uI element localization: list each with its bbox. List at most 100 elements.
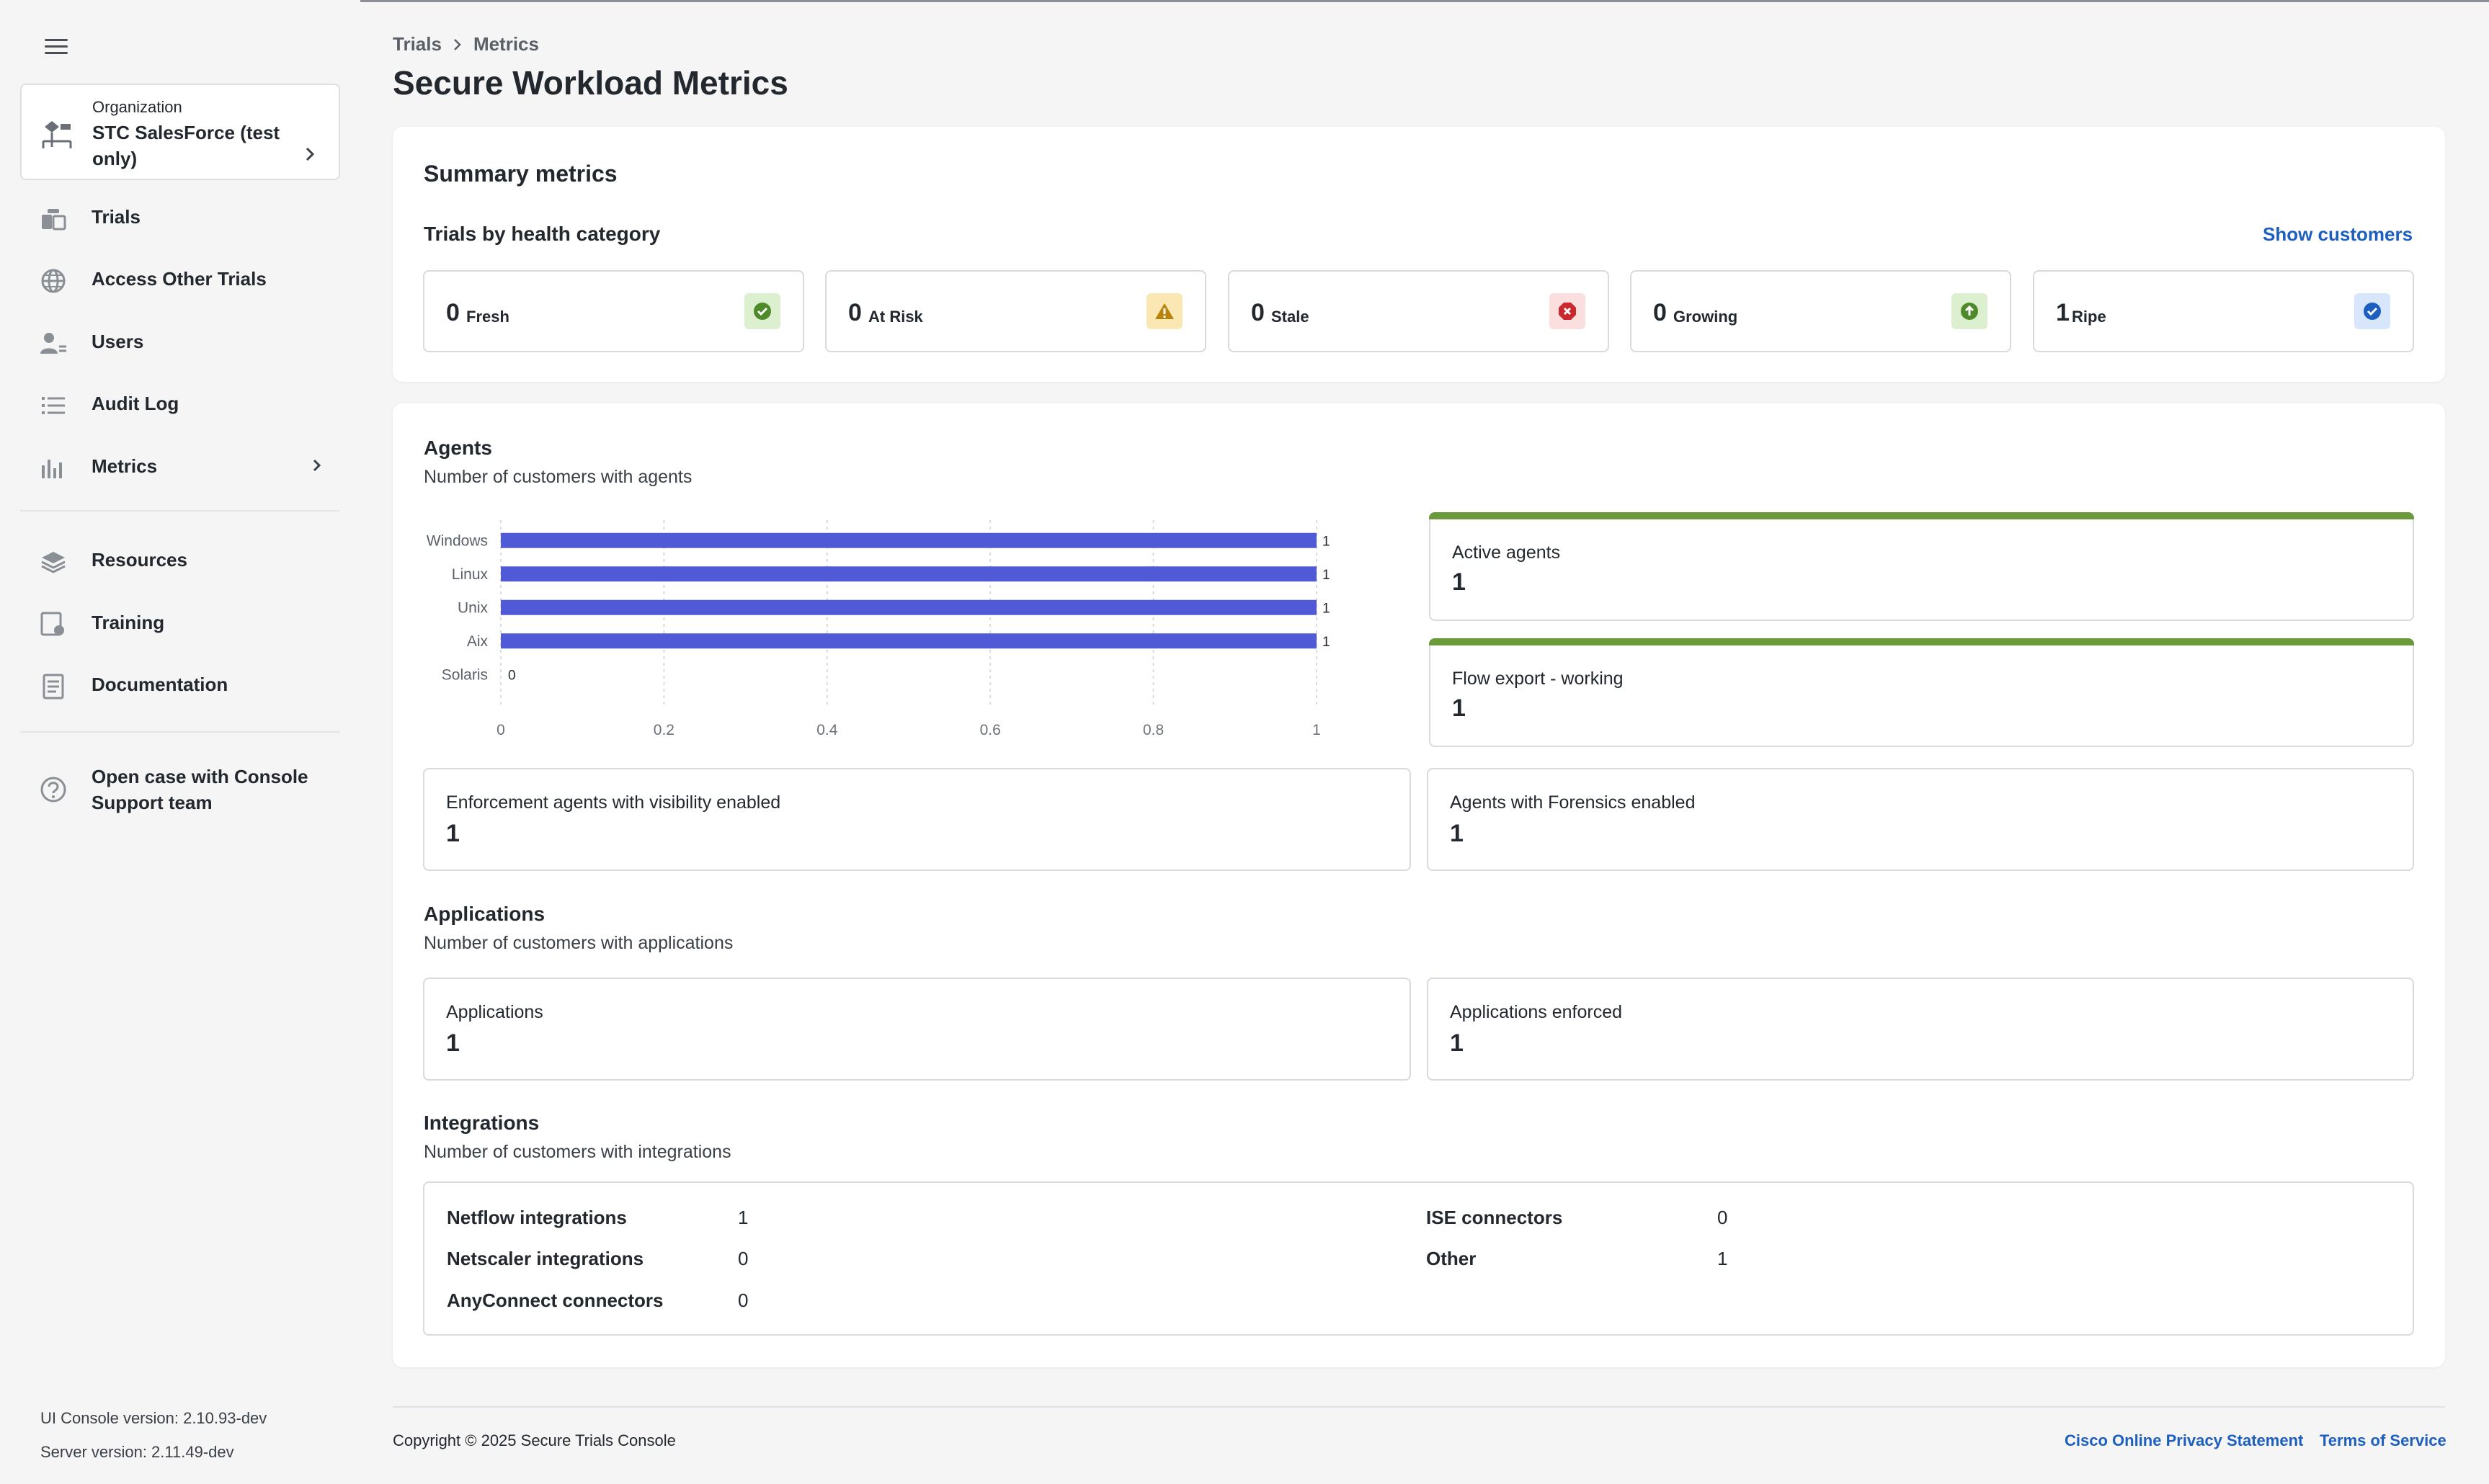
sidebar-item-label: Metrics xyxy=(92,455,158,477)
check-badge-icon xyxy=(2354,293,2390,329)
chevron-right-icon xyxy=(306,147,315,161)
page-title: Secure Workload Metrics xyxy=(393,64,788,102)
data-label: 0 xyxy=(508,668,516,683)
arrow-up-circle-icon xyxy=(1951,293,1987,329)
ise-value: 0 xyxy=(1717,1207,1728,1228)
breadcrumb-trials-link[interactable]: Trials xyxy=(393,33,442,55)
bar xyxy=(501,633,1317,649)
ui-version: UI Console version: 2.10.93-dev xyxy=(40,1409,267,1427)
stat-value: 1 xyxy=(1450,820,1464,847)
document-icon xyxy=(43,674,64,699)
organization-caption: Organization xyxy=(92,98,182,116)
help-icon xyxy=(40,777,66,803)
agents-title: Agents xyxy=(424,437,492,459)
netscaler-label: Netscaler integrations xyxy=(447,1248,644,1269)
health-tile-fresh[interactable]: 0 Fresh xyxy=(423,270,804,352)
x-tick-label: 1 xyxy=(1312,722,1321,738)
stat-value: 1 xyxy=(1452,568,1466,596)
breadcrumb: Trials Metrics xyxy=(393,33,539,55)
x-tick-label: 0.8 xyxy=(1143,722,1164,738)
forensics-agents-box: Agents with Forensics enabled 1 xyxy=(1427,768,2414,871)
training-icon xyxy=(40,612,64,636)
data-label: 1 xyxy=(1322,635,1330,650)
list-icon xyxy=(42,397,65,414)
organization-selector[interactable]: Organization STC SalesForce (test only) xyxy=(20,84,340,180)
bar xyxy=(501,599,1317,615)
category-label: Solaris xyxy=(442,666,488,683)
error-octagon-icon xyxy=(1549,293,1585,329)
health-tile-at-risk[interactable]: 0 At Risk xyxy=(825,270,1206,352)
privacy-statement-link[interactable]: Cisco Online Privacy Statement xyxy=(2065,1431,2303,1450)
active-agents-box: Active agents 1 xyxy=(1429,512,2414,621)
check-circle-icon xyxy=(744,293,780,329)
applications-subtitle: Number of customers with applications xyxy=(424,933,734,953)
stat-value: 1 xyxy=(1452,694,1466,722)
x-tick-label: 0 xyxy=(497,722,505,738)
chevron-right-icon xyxy=(313,459,321,472)
stat-label: Agents with Forensics enabled xyxy=(1450,792,1696,813)
bar xyxy=(501,532,1317,548)
health-count: 1 xyxy=(2056,299,2070,326)
health-count: 0 xyxy=(848,299,862,326)
bar xyxy=(501,566,1317,582)
x-tick-label: 0.4 xyxy=(816,722,838,738)
agents-bar-chart: 0 0.2 0.4 0.6 0.8 1 Windows 1 Linux 1 Unix 1 Aix 1 Sol… xyxy=(427,520,1330,738)
data-label: 1 xyxy=(1322,568,1330,583)
health-tile-stale[interactable]: 0 Stale xyxy=(1228,270,1609,352)
health-tile-growing[interactable]: 0 Growing xyxy=(1630,270,2011,352)
applications-enforced-box: Applications enforced 1 xyxy=(1427,978,2414,1081)
sidebar-item-resources[interactable]: Resources xyxy=(20,535,340,585)
applications-box: Applications 1 xyxy=(423,978,1411,1081)
status-bar xyxy=(1429,638,2414,645)
health-label: Growing xyxy=(1673,308,1738,326)
sidebar-item-trials[interactable]: Trials xyxy=(20,192,340,242)
stat-label: Active agents xyxy=(1452,542,1561,563)
sidebar-item-users[interactable]: Users xyxy=(20,316,340,367)
health-label: At Risk xyxy=(868,308,923,326)
organization-icon xyxy=(42,121,72,148)
sidebar-item-metrics[interactable]: Metrics xyxy=(20,441,340,491)
other-label: Other xyxy=(1426,1248,1477,1269)
anyconnect-value: 0 xyxy=(738,1289,749,1311)
sidebar-item-label: Documentation xyxy=(92,674,228,695)
stat-value: 1 xyxy=(446,820,460,847)
sidebar-item-support-case[interactable]: Open case with Console Support team xyxy=(20,756,340,823)
stat-label: Applications xyxy=(446,1002,543,1022)
sidebar-divider xyxy=(20,731,340,733)
health-label: Fresh xyxy=(466,308,509,326)
stat-label: Flow export - working xyxy=(1452,669,1624,689)
show-customers-link[interactable]: Show customers xyxy=(2263,223,2413,246)
organization-name: STC SalesForce (test only) xyxy=(92,122,280,169)
sidebar-item-access-other-trials[interactable]: Access Other Trials xyxy=(20,254,340,304)
applications-title: Applications xyxy=(424,903,546,925)
health-count: 0 xyxy=(446,299,460,326)
warning-triangle-icon xyxy=(1146,293,1183,329)
sidebar-item-label: Resources xyxy=(92,549,187,571)
sidebar-item-audit-log[interactable]: Audit Log xyxy=(20,378,340,429)
users-icon xyxy=(40,333,66,354)
top-border xyxy=(0,0,2489,2)
flow-export-box: Flow export - working 1 xyxy=(1429,638,2414,747)
category-label: Aix xyxy=(467,633,489,650)
sidebar-item-documentation[interactable]: Documentation xyxy=(20,659,340,710)
x-tick-label: 0.6 xyxy=(980,722,1001,738)
terms-of-service-link[interactable]: Terms of Service xyxy=(2320,1431,2446,1450)
chevron-right-icon xyxy=(454,38,461,50)
sidebar-divider xyxy=(20,510,340,511)
health-label: Ripe xyxy=(2072,308,2106,326)
netflow-label: Netflow integrations xyxy=(447,1207,627,1228)
sidebar-item-label: Access Other Trials xyxy=(92,268,267,290)
health-tile-ripe[interactable]: 1 Ripe xyxy=(2033,270,2414,352)
health-category-title: Trials by health category xyxy=(424,223,661,245)
breadcrumb-current: Metrics xyxy=(473,33,539,55)
netscaler-value: 0 xyxy=(738,1248,749,1269)
category-label: Linux xyxy=(452,566,489,583)
hamburger-menu-icon[interactable] xyxy=(45,35,68,58)
sidebar-item-label: Open case with Console Support team xyxy=(92,766,308,813)
status-bar xyxy=(1429,512,2414,519)
sidebar-item-training[interactable]: Training xyxy=(20,597,340,648)
anyconnect-label: AnyConnect connectors xyxy=(447,1289,664,1311)
sidebar-item-label: Trials xyxy=(92,206,141,228)
health-label: Stale xyxy=(1271,308,1309,326)
data-label: 1 xyxy=(1322,534,1330,549)
